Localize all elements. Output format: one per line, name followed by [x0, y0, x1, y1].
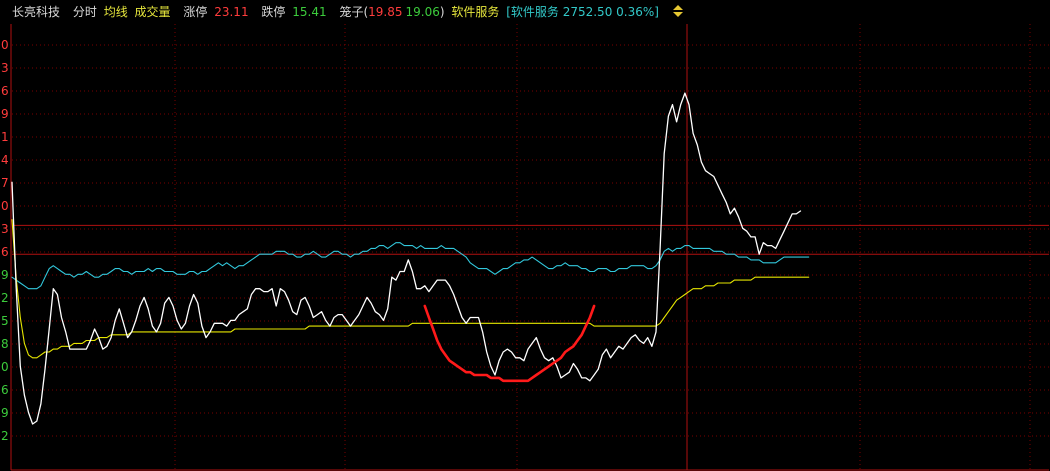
y-axis-tick-label: 6 [1, 84, 9, 98]
series-line-marker_curve [423, 304, 596, 383]
y-axis-tick-label: 8 [1, 337, 9, 351]
y-axis-tick-label: 6 [1, 245, 9, 259]
chart-lines [11, 92, 810, 425]
y-axis-tick-label: 5 [1, 314, 9, 328]
y-axis-tick-label: 0 [1, 199, 9, 213]
y-axis-tick-label: 3 [1, 61, 9, 75]
y-axis-tick-label: 9 [1, 268, 9, 282]
y-axis-tick-label: 4 [1, 153, 9, 167]
y-axis-tick-label: 0 [1, 38, 9, 52]
series-line-price [11, 92, 802, 425]
y-axis-tick-label: 3 [1, 222, 9, 236]
series-line-average [11, 219, 810, 359]
y-axis-tick-label: 9 [1, 107, 9, 121]
y-axis-tick-label: 7 [1, 176, 9, 190]
y-axis-tick-label: 6 [1, 383, 9, 397]
chart-grid [10, 24, 1049, 471]
y-axis-ticks: 036914703692580692 [1, 38, 9, 443]
y-axis-tick-label: 0 [1, 360, 9, 374]
y-axis-tick-label: 9 [1, 406, 9, 420]
y-axis-tick-label: 1 [1, 130, 9, 144]
y-axis-tick-label: 2 [1, 429, 9, 443]
intraday-chart[interactable]: 036914703692580692 [0, 0, 1050, 471]
y-axis-tick-label: 2 [1, 291, 9, 305]
